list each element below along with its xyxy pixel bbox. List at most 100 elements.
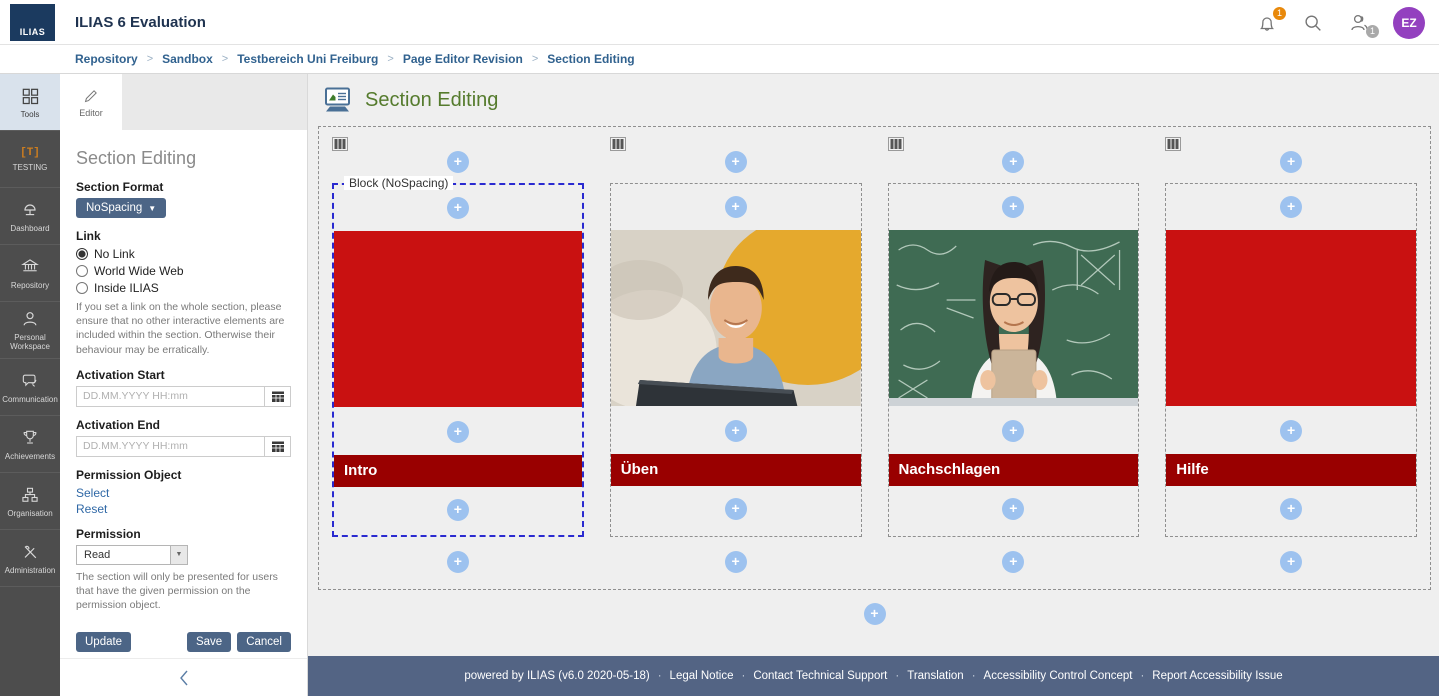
footer-separator: ·: [972, 670, 976, 682]
column-drag-handle[interactable]: [332, 137, 348, 151]
breadcrumb-testbereich[interactable]: Testbereich Uni Freiburg: [237, 52, 378, 66]
editor-tab-row: Editor: [60, 74, 307, 130]
breadcrumb-repository[interactable]: Repository: [75, 52, 138, 66]
column-drag-handle[interactable]: [610, 137, 626, 151]
chat-icon: [20, 371, 40, 391]
add-content-button[interactable]: +: [1002, 196, 1024, 218]
breadcrumb-sandbox[interactable]: Sandbox: [162, 52, 213, 66]
sidebar-item-testing[interactable]: [T] TESTING: [0, 131, 60, 188]
add-content-button[interactable]: +: [725, 151, 747, 173]
add-content-button[interactable]: +: [1280, 420, 1302, 442]
sidebar-item-label: Communication: [2, 395, 58, 404]
permission-object-reset-link[interactable]: Reset: [76, 502, 291, 516]
section-heading-bar[interactable]: Intro: [334, 455, 582, 487]
breadcrumb-page-editor-revision[interactable]: Page Editor Revision: [403, 52, 523, 66]
add-content-button[interactable]: +: [1280, 196, 1302, 218]
sidebar-item-organisation[interactable]: Organisation: [0, 473, 60, 530]
radio-no-link-input[interactable]: [76, 248, 88, 260]
contacts-button[interactable]: 1: [1347, 11, 1371, 35]
radio-no-link[interactable]: No Link: [76, 247, 291, 261]
radio-inside-ilias-input[interactable]: [76, 282, 88, 294]
person-icon: [20, 309, 40, 329]
radio-world-wide-web-input[interactable]: [76, 265, 88, 277]
sidebar-item-tools[interactable]: Tools: [0, 74, 60, 131]
section-heading-bar[interactable]: Hilfe: [1166, 454, 1416, 486]
update-button[interactable]: Update: [76, 632, 131, 652]
search-button[interactable]: [1301, 11, 1325, 35]
add-content-button[interactable]: +: [1002, 551, 1024, 573]
add-content-button[interactable]: +: [1280, 551, 1302, 573]
add-content-button[interactable]: +: [725, 551, 747, 573]
section-block[interactable]: +: [888, 183, 1140, 537]
add-content-button[interactable]: +: [447, 197, 469, 219]
sidebar-item-communication[interactable]: Communication: [0, 359, 60, 416]
sidebar-item-label: Administration: [5, 566, 56, 575]
sidebar-item-dashboard[interactable]: Dashboard: [0, 188, 60, 245]
breadcrumb-separator: >: [147, 53, 153, 65]
footer-link-contact-support[interactable]: Contact Technical Support: [753, 670, 887, 682]
permission-label: Permission: [76, 527, 291, 541]
add-content-button[interactable]: +: [725, 196, 747, 218]
add-content-button[interactable]: +: [447, 151, 469, 173]
sidebar-item-personal-workspace[interactable]: Personal Workspace: [0, 302, 60, 359]
permission-object-select-link[interactable]: Select: [76, 486, 291, 500]
permission-select[interactable]: Read ▼: [76, 545, 188, 565]
footer-link-accessibility-control[interactable]: Accessibility Control Concept: [984, 670, 1133, 682]
red-content-block[interactable]: [1166, 230, 1416, 406]
sidebar-item-achievements[interactable]: Achievements: [0, 416, 60, 473]
section-block[interactable]: +: [610, 183, 862, 537]
activation-start-input[interactable]: [76, 386, 264, 407]
breadcrumb-section-editing[interactable]: Section Editing: [547, 52, 634, 66]
breadcrumb-separator: >: [532, 53, 538, 65]
save-button[interactable]: Save: [187, 632, 231, 652]
grid-icon: [20, 86, 40, 106]
notification-badge: 1: [1273, 7, 1286, 20]
footer-link-legal-notice[interactable]: Legal Notice: [670, 670, 734, 682]
footer-separator: ·: [895, 670, 899, 682]
red-content-block[interactable]: [334, 231, 582, 407]
activation-start-group: [76, 386, 291, 407]
add-content-button[interactable]: +: [1280, 498, 1302, 520]
sidebar-item-label: Dashboard: [10, 224, 49, 233]
add-content-button[interactable]: +: [1280, 151, 1302, 173]
section-heading-bar[interactable]: Üben: [611, 454, 861, 486]
section-format-dropdown[interactable]: NoSpacing ▼: [76, 198, 166, 218]
activation-end-input[interactable]: [76, 436, 264, 457]
tab-editor[interactable]: Editor: [60, 74, 122, 130]
add-content-button[interactable]: +: [725, 420, 747, 442]
sidebar-item-repository[interactable]: Repository: [0, 245, 60, 302]
add-content-button[interactable]: +: [447, 551, 469, 573]
editor-column-3: + +: [875, 127, 1153, 589]
collapse-panel-button[interactable]: [60, 658, 307, 696]
user-avatar[interactable]: EZ: [1393, 7, 1425, 39]
add-content-button[interactable]: +: [864, 603, 886, 625]
add-content-button[interactable]: +: [1002, 498, 1024, 520]
section-block[interactable]: + + Hilfe +: [1165, 183, 1417, 537]
add-content-button[interactable]: +: [447, 421, 469, 443]
sidebar-item-administration[interactable]: Administration: [0, 530, 60, 587]
editor-column-4: + + + Hilfe + +: [1152, 127, 1430, 589]
cancel-button[interactable]: Cancel: [237, 632, 291, 652]
activation-start-calendar-button[interactable]: [264, 386, 291, 407]
notifications-button[interactable]: 1: [1255, 11, 1279, 35]
tools-icon: [20, 542, 40, 562]
calendar-icon: [271, 390, 285, 403]
footer-link-translation[interactable]: Translation: [907, 670, 963, 682]
section-block-selected[interactable]: Block (NoSpacing) + + Intro +: [332, 183, 584, 537]
ilias-logo[interactable]: ILIAS: [10, 4, 55, 41]
photo-man-laptop[interactable]: [611, 230, 861, 406]
add-content-button[interactable]: +: [1002, 151, 1024, 173]
breadcrumb: Repository > Sandbox > Testbereich Uni F…: [0, 45, 1439, 74]
column-drag-handle[interactable]: [1165, 137, 1181, 151]
radio-inside-ilias[interactable]: Inside ILIAS: [76, 281, 291, 295]
section-heading-bar[interactable]: Nachschlagen: [889, 454, 1139, 486]
photo-woman-chalkboard[interactable]: [889, 230, 1139, 406]
main-content: Section Editing + Block (NoSpacing) + +: [308, 74, 1439, 696]
footer-link-report-accessibility[interactable]: Report Accessibility Issue: [1152, 670, 1282, 682]
add-content-button[interactable]: +: [447, 499, 469, 521]
add-content-button[interactable]: +: [725, 498, 747, 520]
add-content-button[interactable]: +: [1002, 420, 1024, 442]
activation-end-calendar-button[interactable]: [264, 436, 291, 457]
radio-world-wide-web[interactable]: World Wide Web: [76, 264, 291, 278]
column-drag-handle[interactable]: [888, 137, 904, 151]
